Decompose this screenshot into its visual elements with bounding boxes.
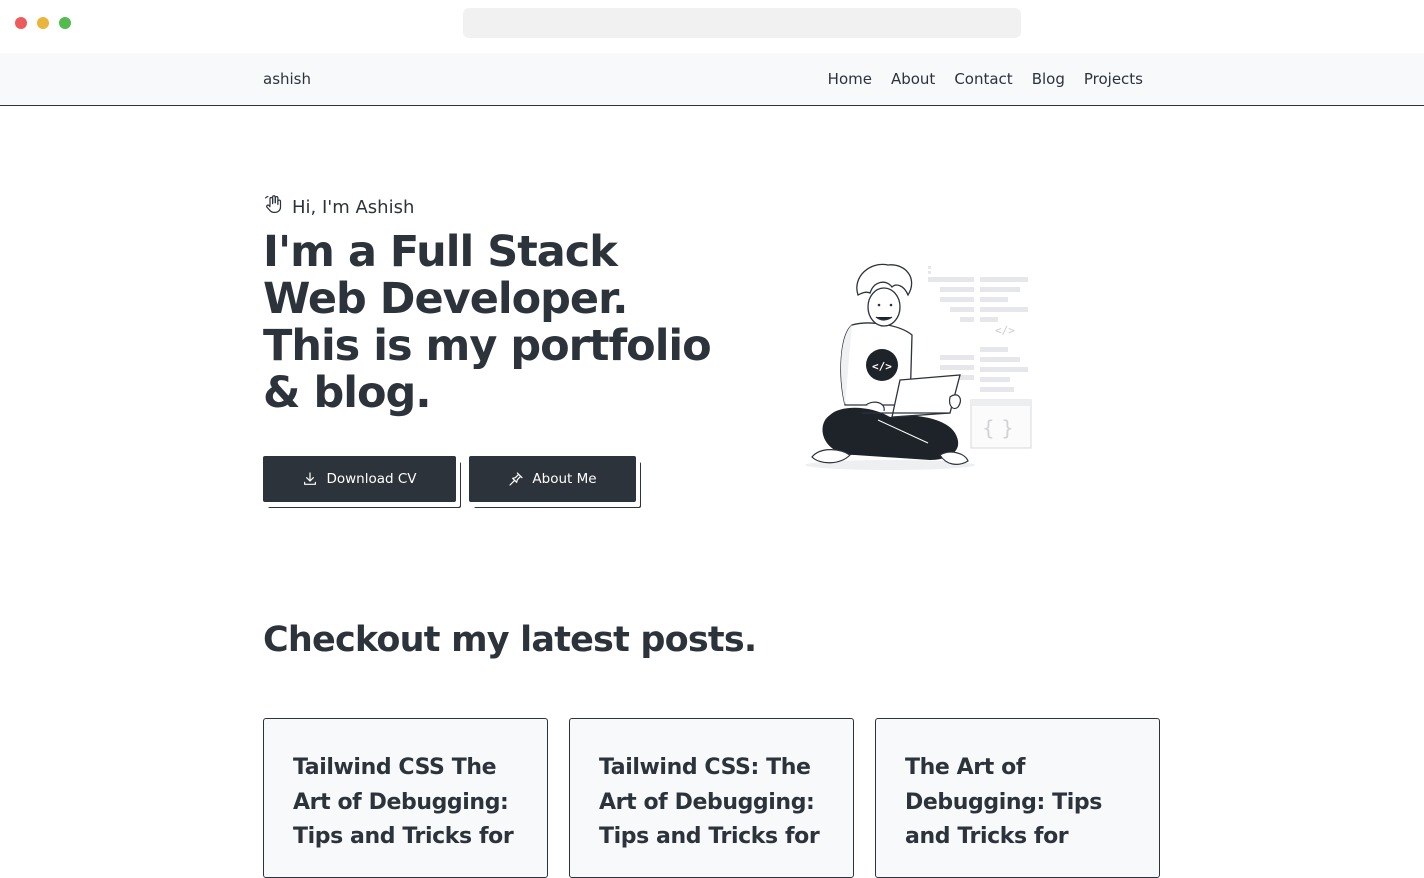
post-title[interactable]: The Art of Debugging: Tips and Tricks fo…: [905, 751, 1135, 855]
nav-link-blog[interactable]: Blog: [1032, 70, 1065, 88]
download-icon: [302, 471, 318, 487]
pin-icon: [508, 471, 524, 487]
hero-headline: I'm a Full Stack Web Developer. This is …: [263, 229, 743, 417]
headline-line: & blog.: [263, 368, 432, 418]
minimize-window-button[interactable]: [37, 17, 49, 29]
close-window-button[interactable]: [15, 17, 27, 29]
about-me-label: About Me: [532, 471, 597, 487]
nav-link-contact[interactable]: Contact: [954, 70, 1012, 88]
latest-posts-heading: Checkout my latest posts.: [263, 620, 757, 660]
nav-links: Home About Contact Blog Projects: [828, 70, 1143, 88]
top-nav: ashish Home About Contact Blog Projects: [0, 53, 1424, 106]
brand-logo[interactable]: ashish: [263, 70, 311, 88]
post-title[interactable]: Tailwind CSS: The Art of Debugging: Tips…: [599, 751, 829, 855]
nav-link-about[interactable]: About: [891, 70, 935, 88]
greeting: Hi, I'm Ashish: [263, 194, 414, 220]
nav-link-home[interactable]: Home: [828, 70, 872, 88]
download-cv-label: Download CV: [326, 471, 417, 487]
post-card[interactable]: Tailwind CSS: The Art of Debugging: Tips…: [569, 718, 854, 878]
post-card[interactable]: The Art of Debugging: Tips and Tricks fo…: [875, 718, 1160, 878]
address-bar[interactable]: [463, 8, 1021, 38]
headline-line: This is my portfolio: [263, 321, 712, 371]
developer-illustration: </> { } </>: [800, 255, 1040, 475]
waving-hand-icon: [263, 194, 284, 220]
download-cv-button[interactable]: Download CV: [263, 456, 456, 502]
headline-line: I'm a Full Stack: [263, 227, 618, 277]
maximize-window-button[interactable]: [59, 17, 71, 29]
svg-text:</>: </>: [872, 360, 892, 373]
svg-text:</>: </>: [995, 324, 1015, 337]
about-me-button[interactable]: About Me: [469, 456, 636, 502]
browser-chrome: [0, 0, 1424, 53]
greeting-text: Hi, I'm Ashish: [292, 196, 415, 218]
post-card[interactable]: Tailwind CSS The Art of Debugging: Tips …: [263, 718, 548, 878]
headline-line: Web Developer.: [263, 274, 628, 324]
post-title[interactable]: Tailwind CSS The Art of Debugging: Tips …: [293, 751, 523, 855]
svg-text:{ }: { }: [982, 416, 1014, 440]
nav-link-projects[interactable]: Projects: [1084, 70, 1143, 88]
